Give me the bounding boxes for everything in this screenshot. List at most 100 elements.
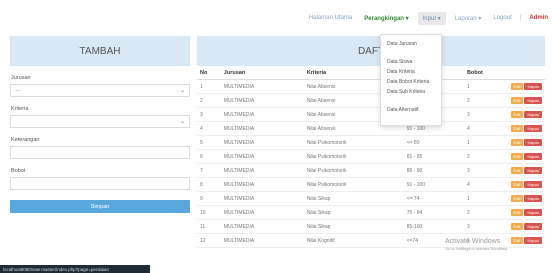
delete-button[interactable]: Hapus (524, 167, 542, 174)
cell-kriteria: Nilai Sikap (303, 219, 404, 234)
delete-button[interactable]: Hapus (524, 181, 542, 188)
edit-button[interactable]: Edit (510, 167, 524, 174)
edit-button[interactable]: Edit (510, 125, 524, 132)
edit-button[interactable]: Edit (510, 223, 524, 230)
cell-bobot: 1 (463, 191, 508, 206)
kriteria-select[interactable]: ⌄ (10, 115, 190, 128)
table-row: 7 MULTIMEDIA Nilai Psikomotorik 86 - 90 3 Edi… (197, 163, 545, 178)
menu-item-data-kriteria[interactable]: Data Kriteria (381, 67, 441, 77)
nav-halaman-utama[interactable]: Halaman Utama (309, 15, 352, 21)
cell-jurusan: MULTIMEDIA (220, 177, 304, 192)
top-navbar: Halaman Utama Perangkingan ▾ Input ▾ Lap… (0, 0, 552, 36)
cell-bobot: 2 (463, 149, 508, 164)
cell-kriteria: Nilai Psikomotorik (303, 177, 404, 192)
menu-divider (381, 49, 441, 57)
jurusan-select[interactable]: --- ⌄ (10, 84, 190, 97)
cell-keterangan: <= 80 (403, 135, 464, 150)
cell-no: 4 (197, 121, 221, 136)
table-row: 2 MULTIMEDIA Nilai Absensi 2 Edit Hapus (197, 93, 545, 108)
menu-divider (381, 97, 441, 105)
edit-button[interactable]: Edit (510, 97, 524, 104)
delete-button[interactable]: Hapus (524, 139, 542, 146)
edit-button[interactable]: Edit (510, 181, 524, 188)
table-row: 9 MULTIMEDIA Nilai Sikap <= 74 1 Edit Hapus (197, 191, 545, 206)
edit-button[interactable]: Edit (510, 209, 524, 216)
delete-button[interactable]: Hapus (524, 97, 542, 104)
cell-aksi: Edit Hapus (507, 205, 545, 220)
cell-kriteria: Nilai Psikomotorik (303, 163, 404, 178)
cell-no: 5 (197, 135, 221, 150)
delete-button[interactable]: Hapus (524, 153, 542, 160)
table-row: 3MULTIMEDIANilai Absensi86 - 903EditHapu… (197, 107, 545, 122)
edit-button[interactable]: Edit (510, 139, 524, 146)
delete-button[interactable]: Hapus (524, 111, 542, 118)
chevron-down-icon: ▾ (437, 15, 441, 22)
edit-button[interactable]: Edit (510, 111, 524, 118)
nav-perangkingan[interactable]: Perangkingan ▾ (364, 15, 408, 22)
nav-divider: | (519, 15, 522, 21)
table-row: 5 MULTIMEDIA Nilai Psikomotorik <= 80 1 Edit H… (197, 135, 545, 150)
edit-button[interactable]: Edit (510, 153, 524, 160)
cell-aksi: Edit Hapus (507, 79, 545, 94)
browser-status-bar: localhost8080/saw master/index.php?page=… (0, 265, 150, 273)
cell-bobot: 1 (463, 135, 508, 150)
cell-jurusan: MULTIMEDIA (220, 121, 304, 136)
menu-item-data-sub-kriteria[interactable]: Data Sub Kriteria (381, 87, 441, 97)
delete-button[interactable]: Hapus (524, 237, 542, 244)
col-jurusan: Jurusan (220, 66, 304, 80)
cell-no: 9 (197, 191, 221, 206)
cell-kriteria: Nilai Sikap (303, 191, 404, 206)
table-header-row: No Jurusan Kriteria Bobot (197, 66, 545, 80)
watermark-title: Activate Windows (445, 238, 501, 245)
menu-item-data-siswa[interactable]: Data Siswa (381, 57, 441, 67)
cell-jurusan: MULTIMEDIA (220, 107, 304, 122)
table-row: 6 MULTIMEDIA Nilai Psikomotorik 81 - 85 2 Edi… (197, 149, 545, 164)
nav-logout[interactable]: Logout (493, 15, 511, 21)
cell-bobot: 4 (463, 177, 508, 192)
cell-aksi: Edit Hapus (507, 163, 545, 178)
cell-bobot: 2 (463, 205, 508, 220)
menu-item-data-bobot-kriteria[interactable]: Data Bobot Kriteria (381, 77, 441, 87)
jurusan-label: Jurusan (11, 75, 31, 81)
cell-no: 11 (197, 219, 221, 234)
edit-button[interactable]: Edit (510, 237, 524, 244)
cell-no: 2 (197, 93, 221, 108)
nav-laporan[interactable]: Laporan ▾ (455, 15, 482, 22)
daftar-panel: DAFT No Jurusan Kriteria Bobot 1 MULTIMED… (197, 36, 545, 262)
bobot-input[interactable] (10, 177, 190, 190)
cell-keterangan: 75 - 84 (403, 205, 464, 220)
cell-jurusan: MULTIMEDIA (220, 163, 304, 178)
simpan-button[interactable]: Simpan (10, 200, 190, 213)
activate-windows-watermark: Activate Windows Go to Settings to activ… (445, 238, 508, 251)
delete-button[interactable]: Hapus (524, 125, 542, 132)
delete-button[interactable]: Hapus (524, 195, 542, 202)
menu-item-data-alternatif[interactable]: Data Alternatif (381, 105, 441, 115)
delete-button[interactable]: Hapus (524, 209, 542, 216)
cell-keterangan: 91 - 100 (403, 177, 464, 192)
nav-perangkingan-label: Perangkingan (364, 15, 404, 22)
nav-input[interactable]: Input ▾ (417, 11, 446, 25)
cell-aksi: Edit Hapus (507, 233, 545, 248)
chevron-down-icon: ▾ (405, 15, 409, 22)
cell-no: 8 (197, 177, 221, 192)
cell-bobot: 3 (463, 163, 508, 178)
keterangan-input[interactable] (10, 146, 190, 159)
cell-bobot: 1 (463, 79, 508, 94)
tambah-title: TAMBAH (10, 36, 190, 66)
cell-bobot: 3 (463, 219, 508, 234)
menu-item-data-jurusan[interactable]: Data Jurusan (381, 39, 441, 49)
delete-button[interactable]: Hapus (524, 83, 542, 90)
nav-admin[interactable]: Admin (529, 15, 548, 21)
cell-bobot: 3 (463, 107, 508, 122)
cell-aksi: Edit Hapus (507, 107, 545, 122)
nav-laporan-label: Laporan (454, 15, 477, 22)
cell-kriteria: Nilai Kognitif (303, 233, 404, 248)
table-row: 8 MULTIMEDIA Nilai Psikomotorik 91 - 100 4 Ed… (197, 177, 545, 192)
edit-button[interactable]: Edit (510, 195, 524, 202)
delete-button[interactable]: Hapus (524, 223, 542, 230)
daftar-title: DAFT (197, 36, 545, 66)
cell-no: 1 (197, 79, 221, 94)
keterangan-label: Keterangan (11, 137, 40, 143)
edit-button[interactable]: Edit (510, 83, 524, 90)
cell-kriteria: Nilai Psikomotorik (303, 149, 404, 164)
